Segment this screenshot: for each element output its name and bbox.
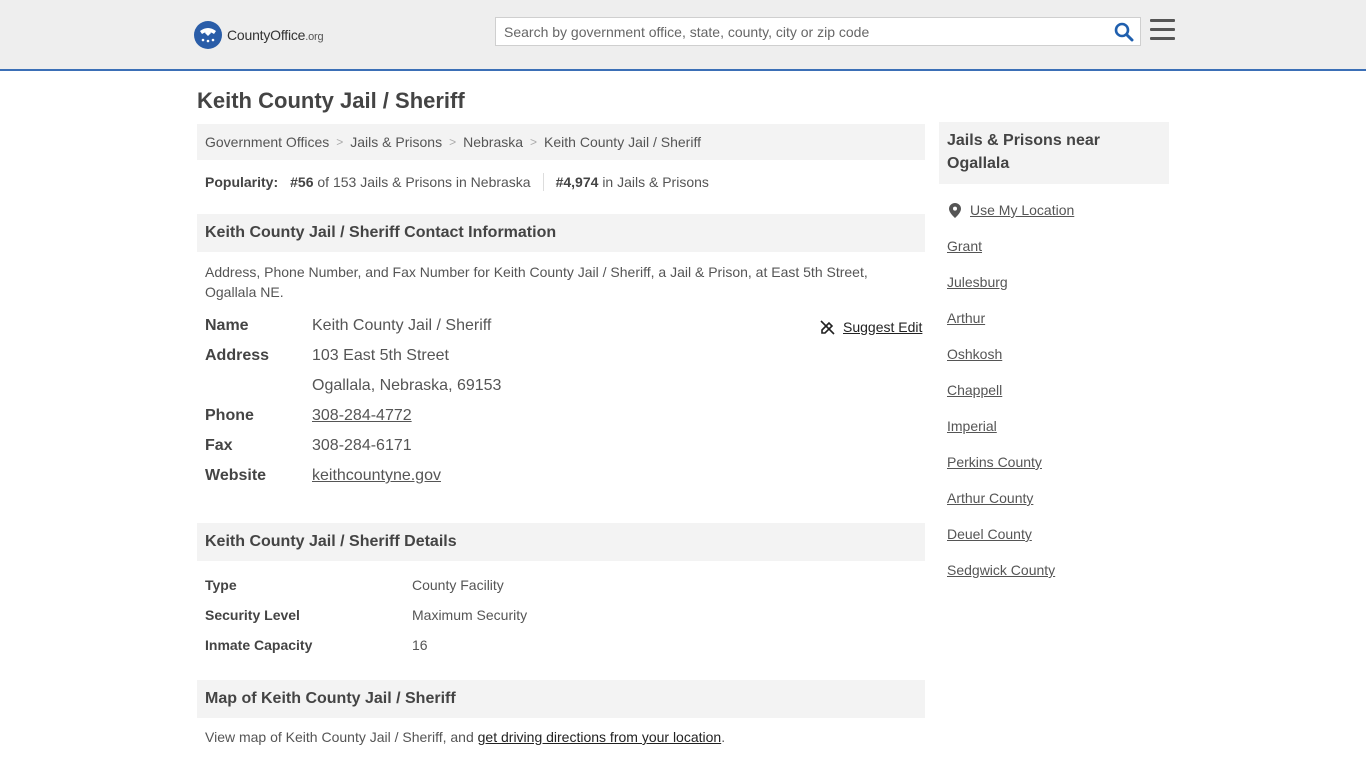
use-my-location[interactable]: Use My Location xyxy=(949,202,1074,218)
sidebar-link-grant[interactable]: Grant xyxy=(947,238,982,254)
fax-label: Fax xyxy=(205,437,233,454)
details-heading: Keith County Jail / Sheriff Details xyxy=(197,523,925,561)
search-icon[interactable] xyxy=(1114,22,1134,42)
sidebar-link-imperial[interactable]: Imperial xyxy=(947,418,997,434)
contact-address-row-2: Ogallala, Nebraska, 69153 xyxy=(205,377,501,395)
phone-label: Phone xyxy=(205,407,254,424)
use-location-label: Use My Location xyxy=(970,202,1075,218)
chevron-right-icon: > xyxy=(336,135,344,149)
breadcrumb-government-offices[interactable]: Government Offices xyxy=(205,134,329,150)
suggest-edit-link[interactable]: Suggest Edit xyxy=(820,319,922,335)
sidebar-link-perkins-county[interactable]: Perkins County xyxy=(947,454,1042,470)
chevron-right-icon: > xyxy=(530,135,538,149)
sidebar-link-arthur-county[interactable]: Arthur County xyxy=(947,490,1033,506)
contact-heading: Keith County Jail / Sheriff Contact Info… xyxy=(197,214,925,252)
detail-value: 16 xyxy=(412,637,428,653)
website-link[interactable]: keithcountyne.gov xyxy=(312,467,441,485)
state-rank-text: of 153 Jails & Prisons in Nebraska xyxy=(317,174,531,190)
divider xyxy=(542,173,544,191)
sidebar-heading: Jails & Prisons near Ogallala xyxy=(939,122,1169,184)
address-line2: Ogallala, Nebraska, 69153 xyxy=(312,377,502,394)
detail-row-type: Type County Facility xyxy=(205,577,504,593)
logo-wordmark: CountyOffice.org xyxy=(227,27,324,43)
detail-label: Inmate Capacity xyxy=(205,637,313,653)
breadcrumb-nebraska[interactable]: Nebraska xyxy=(463,134,523,150)
sidebar-link-sedgwick-county[interactable]: Sedgwick County xyxy=(947,562,1055,578)
contact-phone-row: Phone 308-284-4772 xyxy=(205,407,412,425)
site-logo[interactable]: CountyOffice.org xyxy=(194,21,324,49)
sidebar-link-chappell[interactable]: Chappell xyxy=(947,382,1002,398)
seal-logo-icon xyxy=(194,21,222,49)
sidebar-link-deuel-county[interactable]: Deuel County xyxy=(947,526,1032,542)
detail-row-security: Security Level Maximum Security xyxy=(205,607,527,623)
breadcrumb-jails-prisons[interactable]: Jails & Prisons xyxy=(350,134,442,150)
breadcrumb-current[interactable]: Keith County Jail / Sheriff xyxy=(544,134,701,150)
detail-value: County Facility xyxy=(412,577,504,593)
suggest-edit-label: Suggest Edit xyxy=(843,319,923,335)
map-heading: Map of Keith County Jail / Sheriff xyxy=(197,680,925,718)
sidebar-link-julesburg[interactable]: Julesburg xyxy=(947,274,1008,290)
popularity-label: Popularity: xyxy=(205,174,279,190)
sidebar-link-arthur[interactable]: Arthur xyxy=(947,310,985,326)
detail-row-capacity: Inmate Capacity 16 xyxy=(205,637,428,653)
breadcrumb: Government Offices > Jails & Prisons > N… xyxy=(197,124,925,160)
state-rank: #56 xyxy=(290,174,314,190)
name-value: Keith County Jail / Sheriff xyxy=(312,317,492,334)
contact-fax-row: Fax 308-284-6171 xyxy=(205,437,412,455)
address-line1: 103 East 5th Street xyxy=(312,347,449,364)
phone-link[interactable]: 308-284-4772 xyxy=(312,407,412,425)
hamburger-menu-icon[interactable] xyxy=(1150,19,1175,41)
national-rank: #4,974 xyxy=(555,174,599,190)
map-pin-icon xyxy=(949,202,961,218)
driving-directions-link[interactable]: get driving directions from your locatio… xyxy=(478,729,722,745)
contact-address-row: Address 103 East 5th Street xyxy=(205,347,449,365)
site-header: CountyOffice.org xyxy=(0,0,1366,71)
search-box xyxy=(495,17,1141,46)
edit-off-icon xyxy=(820,319,835,335)
contact-website-row: Website keithcountyne.gov xyxy=(205,467,441,485)
map-description: View map of Keith County Jail / Sheriff,… xyxy=(205,729,726,745)
address-label: Address xyxy=(205,347,270,364)
detail-value: Maximum Security xyxy=(412,607,528,623)
sidebar-link-oshkosh[interactable]: Oshkosh xyxy=(947,346,1002,362)
fax-value: 308-284-6171 xyxy=(312,437,412,454)
name-label: Name xyxy=(205,317,249,334)
website-label: Website xyxy=(205,467,267,484)
detail-label: Type xyxy=(205,577,237,593)
page-title: Keith County Jail / Sheriff xyxy=(197,88,465,113)
search-input[interactable] xyxy=(496,18,1096,45)
chevron-right-icon: > xyxy=(449,135,457,149)
contact-name-row: Name Keith County Jail / Sheriff xyxy=(205,317,491,335)
detail-label: Security Level xyxy=(205,607,300,623)
popularity-row: Popularity: #56 of 153 Jails & Prisons i… xyxy=(205,173,709,191)
national-rank-text: in Jails & Prisons xyxy=(602,174,709,190)
contact-description: Address, Phone Number, and Fax Number fo… xyxy=(205,264,868,300)
